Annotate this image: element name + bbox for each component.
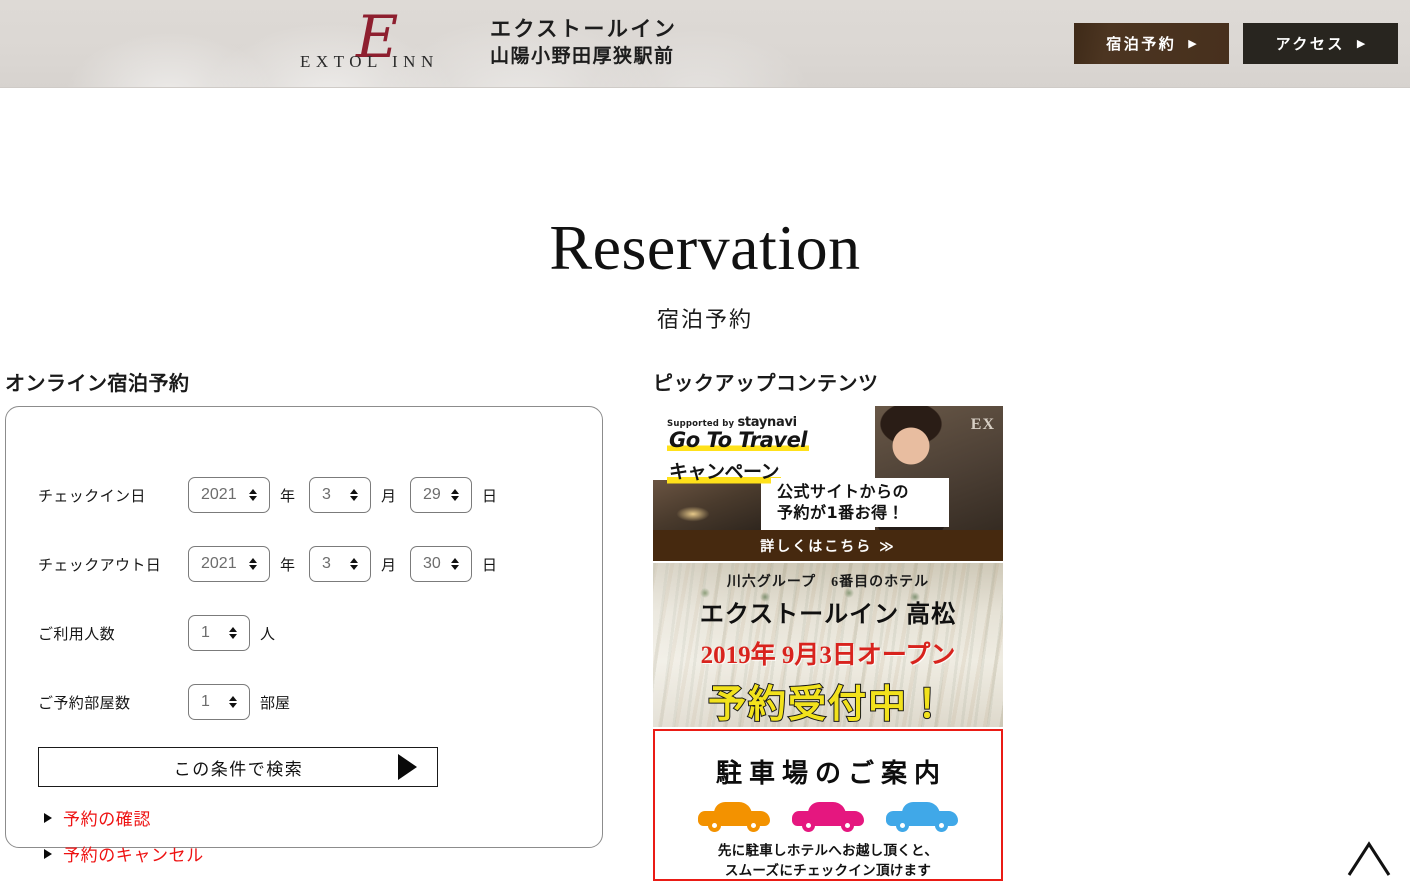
checkout-year-select[interactable]: 2021 — [188, 546, 270, 582]
confirm-reservation-label: 予約の確認 — [63, 810, 151, 830]
takamatsu-booking-status: 予約受付中！ — [707, 681, 948, 727]
checkin-year-select[interactable]: 2021 — [188, 477, 270, 513]
scroll-to-top-button[interactable] — [1346, 838, 1392, 878]
cancel-reservation-label: 予約のキャンセル — [63, 846, 204, 866]
online-booking-heading: オンライン宿泊予約 — [5, 371, 190, 395]
banner-message-line1: 公式サイトからの — [777, 482, 910, 501]
checkin-label: チェックイン日 — [38, 486, 146, 505]
guests-label: ご利用人数 — [38, 624, 116, 643]
checkin-day-select[interactable]: 29 — [410, 477, 473, 513]
cancel-reservation-link[interactable]: 予約のキャンセル — [44, 841, 204, 866]
room-photo — [653, 480, 761, 530]
confirm-reservation-link[interactable]: 予約の確認 — [44, 805, 204, 830]
guests-unit: 人 — [260, 624, 276, 643]
checkin-day-value: 29 — [423, 486, 441, 503]
search-button-label: この条件で検索 — [173, 759, 304, 780]
banner-staynavi-gototravel[interactable]: EX Supported by staynavi Go To Travel キャ… — [653, 406, 1003, 561]
brand-name-primary: エクストールイン — [490, 17, 678, 41]
reserve-button-label: 宿泊予約 — [1106, 35, 1177, 53]
car-icon-orange — [698, 802, 770, 832]
guests-row: ご利用人数 1 人 — [38, 615, 275, 651]
chevron-right-icon: ▶ — [1356, 37, 1366, 50]
spinner-icon — [244, 558, 262, 570]
checkout-day-unit: 日 — [482, 555, 498, 574]
checkin-row: チェックイン日 2021 年 3 月 29 日 — [38, 477, 497, 513]
page-subtitle: 宿泊予約 — [656, 308, 753, 333]
rooms-value: 1 — [201, 693, 210, 710]
banner-message-line2: 予約が1番お得！ — [777, 503, 905, 523]
campaign-subhead: キャンペーン — [667, 457, 782, 484]
chevron-right-icon: ▶ — [1188, 37, 1197, 50]
page-title-block: Reservation 宿泊予約 — [0, 216, 1410, 334]
checkout-day-value: 30 — [423, 555, 441, 572]
car-icons-group — [655, 802, 1001, 832]
site-logo[interactable]: E EXTOL INN — [300, 8, 480, 74]
checkout-year-unit: 年 — [280, 555, 296, 574]
pickup-content-heading: ピックアップコンテンツ — [653, 371, 879, 395]
access-button[interactable]: アクセス ▶ — [1243, 23, 1398, 64]
banner-parking-guide[interactable]: 駐車場のご案内 先に駐車しホテルへお越し頂くと、 スムーズにチェックイン頂けます — [653, 729, 1003, 881]
takamatsu-open-date: 2019年 9月3日オープン — [700, 642, 956, 669]
reserve-button[interactable]: 宿泊予約 ▶ — [1074, 23, 1229, 64]
parking-note: 先に駐車しホテルへお越し頂くと、 スムーズにチェックイン頂けます — [655, 842, 1001, 879]
brand-name-location: 山陽小野田厚狭駅前 — [490, 44, 675, 67]
parking-title: 駐車場のご案内 — [715, 759, 947, 788]
spinner-icon — [224, 627, 242, 639]
brand-name: エクストールイン 山陽小野田厚狭駅前 — [490, 16, 677, 70]
banner-cta-bar[interactable]: 詳しくはこちら ≫ — [653, 530, 1003, 561]
parking-note-line2: スムーズにチェックイン頂けます — [724, 862, 932, 879]
guests-select[interactable]: 1 — [188, 615, 250, 651]
checkin-month-select[interactable]: 3 — [309, 477, 372, 513]
banner-extol-inn-takamatsu[interactable]: 川六グループ 6番目のホテル エクストールイン 高松 2019年 9月3日オープ… — [653, 563, 1003, 727]
gototravel-headline: Go To Travel — [667, 428, 810, 452]
spinner-icon — [345, 558, 363, 570]
rooms-label: ご予約部屋数 — [38, 693, 131, 712]
page-title: Reservation — [549, 212, 861, 283]
takamatsu-hotel-name: エクストールイン 高松 — [699, 602, 957, 628]
checkin-year-value: 2021 — [201, 486, 237, 503]
checkin-month-value: 3 — [322, 486, 331, 503]
ex-sign-text: EX — [970, 416, 995, 433]
car-icon-blue — [886, 802, 958, 832]
header-nav: 宿泊予約 ▶ アクセス ▶ — [1074, 23, 1398, 64]
checkout-year-value: 2021 — [201, 555, 237, 572]
spinner-icon — [244, 489, 262, 501]
checkout-row: チェックアウト日 2021 年 3 月 30 日 — [38, 546, 497, 582]
rooms-row: ご予約部屋数 1 部屋 — [38, 684, 290, 720]
car-icon-pink — [792, 802, 864, 832]
booking-form-card: チェックイン日 2021 年 3 月 29 日 チェックアウト日 2021 年 … — [5, 406, 603, 866]
banner-message: 公式サイトからの 予約が1番お得！ — [771, 478, 949, 527]
access-button-label: アクセス — [1275, 35, 1345, 53]
spinner-icon — [224, 696, 242, 708]
rooms-unit: 部屋 — [260, 693, 291, 712]
triangle-bullet-icon — [44, 848, 52, 859]
site-header: E EXTOL INN エクストールイン 山陽小野田厚狭駅前 宿泊予約 ▶ アク… — [0, 0, 1410, 88]
checkout-month-select[interactable]: 3 — [309, 546, 372, 582]
checkout-label: チェックアウト日 — [38, 555, 162, 574]
parking-note-line1: 先に駐車しホテルへお越し頂くと、 — [717, 843, 939, 859]
guests-value: 1 — [201, 624, 210, 641]
takamatsu-group-line: 川六グループ 6番目のホテル — [726, 575, 930, 590]
search-button[interactable]: この条件で検索 — [38, 747, 438, 787]
checkout-month-unit: 月 — [381, 555, 397, 574]
checkin-year-unit: 年 — [280, 486, 296, 505]
spinner-icon — [446, 558, 464, 570]
checkout-day-select[interactable]: 30 — [410, 546, 473, 582]
rooms-select[interactable]: 1 — [188, 684, 250, 720]
play-arrow-icon — [398, 754, 417, 780]
checkin-month-unit: 月 — [381, 486, 397, 505]
spinner-icon — [345, 489, 363, 501]
chevron-up-icon — [1347, 841, 1391, 876]
logo-wordmark: EXTOL INN — [300, 52, 439, 71]
triangle-bullet-icon — [44, 812, 52, 823]
booking-sub-links: 予約の確認 予約のキャンセル — [44, 805, 204, 877]
checkin-day-unit: 日 — [482, 486, 498, 505]
pickup-content-section: ピックアップコンテンツ EX Supported by staynavi Go … — [653, 367, 1003, 881]
spinner-icon — [446, 489, 464, 501]
checkout-month-value: 3 — [322, 555, 331, 572]
online-booking-section: オンライン宿泊予約 チェックイン日 2021 年 3 月 29 日 チェックアウ… — [5, 367, 605, 866]
